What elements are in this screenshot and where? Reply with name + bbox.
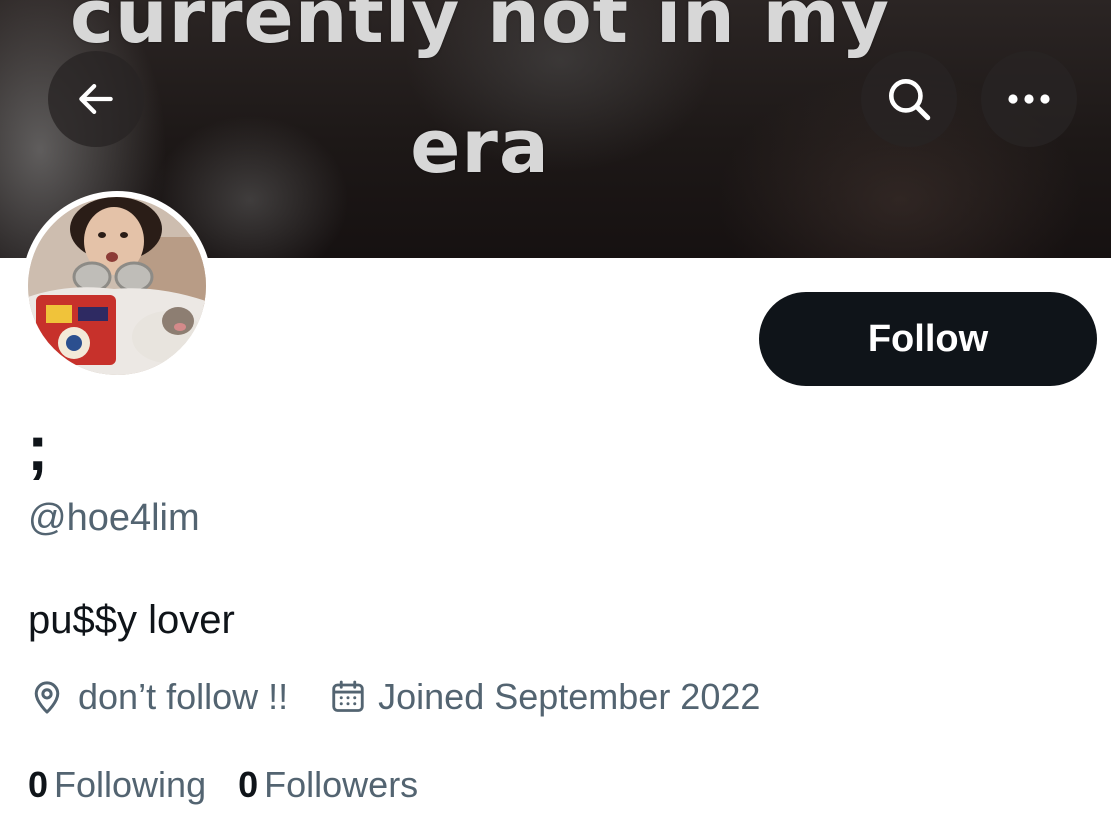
- display-name: ;: [27, 412, 49, 484]
- avatar-illustration: [28, 197, 206, 375]
- following-count: 0: [28, 764, 49, 805]
- joined-item: Joined September 2022: [330, 676, 760, 718]
- profile-meta: don’t follow !! Joined September 2022: [28, 674, 760, 720]
- profile-stats: 0 Following 0 Followers: [28, 762, 450, 808]
- followers-link[interactable]: 0 Followers: [238, 764, 418, 806]
- search-button[interactable]: [861, 51, 957, 147]
- user-handle: @hoe4lim: [28, 497, 200, 539]
- followers-label: Followers: [264, 764, 419, 805]
- joined-date-text: Joined September 2022: [378, 676, 761, 717]
- back-button[interactable]: [48, 51, 144, 147]
- location-text: don’t follow !!: [78, 676, 289, 717]
- following-link[interactable]: 0 Following: [28, 764, 206, 806]
- avatar-photo: [28, 197, 206, 375]
- following-label: Following: [54, 764, 207, 805]
- banner-caption-line1: currently not in my: [70, 0, 890, 60]
- more-horizontal-icon: [1008, 94, 1050, 104]
- profile-avatar[interactable]: [22, 191, 212, 381]
- location-item: don’t follow !!: [28, 676, 288, 718]
- arrow-left-icon: [79, 84, 113, 114]
- follow-button[interactable]: Follow: [759, 292, 1097, 386]
- profile-page: currently not in my era Follow ; @hoe4li…: [0, 0, 1111, 830]
- profile-bio: pu$$y lover: [28, 598, 235, 642]
- location-pin-icon: [34, 681, 60, 714]
- search-icon: [889, 79, 931, 121]
- more-button[interactable]: [981, 51, 1077, 147]
- calendar-icon: [332, 680, 364, 712]
- followers-count: 0: [238, 764, 259, 805]
- banner-caption-line2: era: [410, 104, 550, 190]
